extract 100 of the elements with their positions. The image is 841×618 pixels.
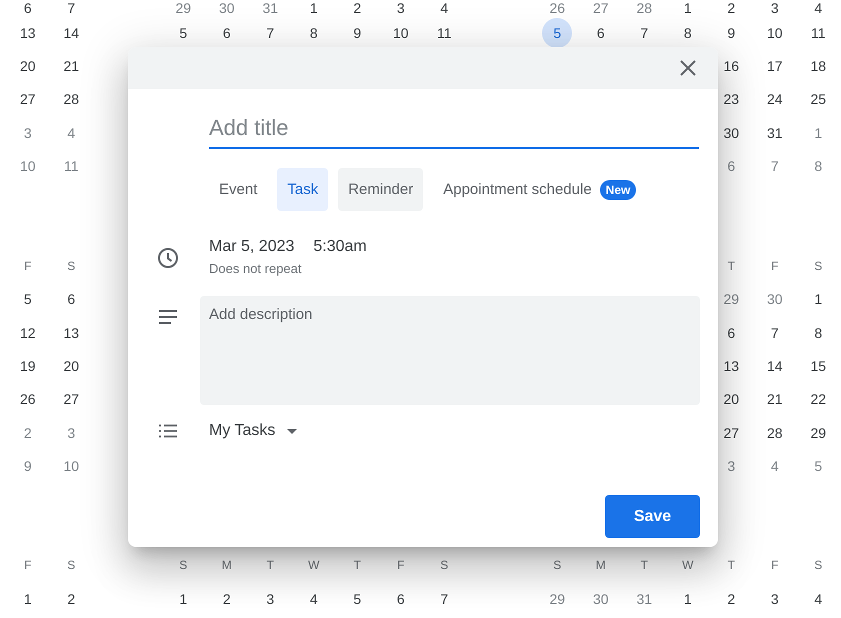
calendar-date[interactable]: 8	[298, 18, 329, 48]
calendar-date[interactable]: 2	[212, 584, 242, 614]
calendar-date[interactable]: 28	[629, 0, 660, 16]
calendar-date[interactable]: 23	[716, 84, 746, 114]
calendar-date[interactable]: 16	[716, 50, 746, 81]
save-button[interactable]: Save	[605, 495, 700, 538]
type-tab[interactable]: Task	[277, 168, 328, 211]
calendar-date[interactable]: 20	[56, 351, 86, 382]
calendar-date[interactable]: 20	[12, 50, 43, 81]
calendar-date[interactable]: 13	[56, 318, 86, 348]
task-list-dropdown[interactable]: My Tasks	[209, 422, 298, 440]
calendar-date[interactable]: 26	[542, 0, 572, 16]
type-tab[interactable]: Reminder	[338, 168, 424, 211]
calendar-date[interactable]: 3	[716, 450, 746, 481]
calendar-date[interactable]: 6	[12, 0, 43, 16]
calendar-date[interactable]: 22	[803, 384, 834, 414]
calendar-date[interactable]: 6	[716, 318, 746, 348]
calendar-date[interactable]: 7	[629, 18, 660, 48]
calendar-date[interactable]: 7	[429, 584, 460, 614]
calendar-date[interactable]: 6	[212, 18, 242, 48]
calendar-date[interactable]: 30	[212, 0, 242, 16]
calendar-date[interactable]: 12	[12, 318, 43, 348]
calendar-date[interactable]: 5	[342, 584, 372, 614]
calendar-date[interactable]: 18	[803, 50, 834, 81]
time-text[interactable]: 5:30am	[313, 238, 367, 256]
calendar-date[interactable]: 4	[298, 584, 329, 614]
calendar-date[interactable]: 3	[760, 584, 790, 614]
calendar-date[interactable]: 1	[298, 0, 329, 16]
calendar-date[interactable]: 3	[56, 418, 86, 448]
calendar-date[interactable]: 20	[716, 384, 746, 414]
calendar-date[interactable]: 4	[760, 450, 790, 481]
calendar-date[interactable]: 1	[168, 584, 198, 614]
calendar-date[interactable]: 6	[386, 584, 416, 614]
calendar-date[interactable]: 10	[386, 18, 416, 48]
calendar-date[interactable]: 9	[716, 18, 746, 48]
type-tab[interactable]: Event	[209, 168, 268, 211]
calendar-date[interactable]: 27	[586, 0, 616, 16]
calendar-date[interactable]: 5	[168, 18, 198, 48]
calendar-date[interactable]: 9	[12, 450, 43, 481]
calendar-date[interactable]: 7	[760, 150, 790, 181]
calendar-date[interactable]: 10	[760, 18, 790, 48]
calendar-date[interactable]: 31	[760, 118, 790, 148]
calendar-date[interactable]: 15	[803, 351, 834, 382]
calendar-date[interactable]: 8	[803, 150, 834, 181]
calendar-date[interactable]: 24	[760, 84, 790, 114]
calendar-date[interactable]: 28	[760, 418, 790, 448]
calendar-date[interactable]: 27	[56, 384, 86, 414]
calendar-date[interactable]: 6	[56, 284, 86, 314]
description-field[interactable]: Add description	[200, 296, 700, 405]
calendar-date[interactable]: 8	[672, 18, 703, 48]
calendar-date[interactable]: 9	[342, 18, 372, 48]
calendar-date[interactable]: 1	[803, 284, 834, 314]
calendar-date[interactable]: 11	[429, 18, 460, 48]
calendar-date[interactable]: 26	[12, 384, 43, 414]
calendar-date[interactable]: 21	[760, 384, 790, 414]
close-button[interactable]	[678, 58, 698, 78]
calendar-date[interactable]: 29	[803, 418, 834, 448]
repeat-text[interactable]: Does not repeat	[209, 261, 367, 276]
calendar-date[interactable]: 1	[12, 584, 43, 614]
calendar-date[interactable]: 3	[12, 118, 43, 148]
calendar-date[interactable]: 3	[255, 584, 286, 614]
calendar-date[interactable]: 21	[56, 50, 86, 81]
calendar-date[interactable]: 2	[56, 584, 86, 614]
calendar-date[interactable]: 13	[12, 18, 43, 48]
today-date[interactable]: 5	[542, 18, 572, 48]
calendar-date[interactable]: 4	[56, 118, 86, 148]
calendar-date[interactable]: 4	[429, 0, 460, 16]
calendar-date[interactable]: 17	[760, 50, 790, 81]
calendar-date[interactable]: 7	[760, 318, 790, 348]
calendar-date[interactable]: 5	[803, 450, 834, 481]
calendar-date[interactable]: 4	[803, 584, 834, 614]
calendar-date[interactable]: 11	[803, 18, 834, 48]
calendar-date[interactable]: 1	[672, 0, 703, 16]
calendar-date[interactable]: 31	[629, 584, 660, 614]
calendar-date[interactable]: 3	[760, 0, 790, 16]
calendar-date[interactable]: 1	[672, 584, 703, 614]
calendar-date[interactable]: 4	[803, 0, 834, 16]
calendar-date[interactable]: 30	[716, 118, 746, 148]
calendar-date[interactable]: 13	[716, 351, 746, 382]
calendar-date[interactable]: 7	[56, 0, 86, 16]
calendar-date[interactable]: 11	[56, 150, 86, 181]
calendar-date[interactable]: 8	[803, 318, 834, 348]
calendar-date[interactable]: 6	[716, 150, 746, 181]
calendar-date[interactable]: 7	[255, 18, 286, 48]
calendar-date[interactable]: 2	[716, 0, 746, 16]
calendar-date[interactable]: 29	[716, 284, 746, 314]
date-text[interactable]: Mar 5, 2023	[209, 238, 294, 256]
calendar-date[interactable]: 1	[803, 118, 834, 148]
calendar-date[interactable]: 14	[760, 351, 790, 382]
calendar-date[interactable]: 10	[56, 450, 86, 481]
calendar-date[interactable]: 5	[12, 284, 43, 314]
calendar-date[interactable]: 2	[716, 584, 746, 614]
calendar-date[interactable]: 27	[12, 84, 43, 114]
calendar-date[interactable]: 28	[56, 84, 86, 114]
calendar-date[interactable]: 30	[586, 584, 616, 614]
title-field[interactable]: Add title	[209, 111, 699, 149]
calendar-date[interactable]: 2	[342, 0, 372, 16]
calendar-date[interactable]: 6	[586, 18, 616, 48]
calendar-date[interactable]: 29	[542, 584, 572, 614]
calendar-date[interactable]: 27	[716, 418, 746, 448]
